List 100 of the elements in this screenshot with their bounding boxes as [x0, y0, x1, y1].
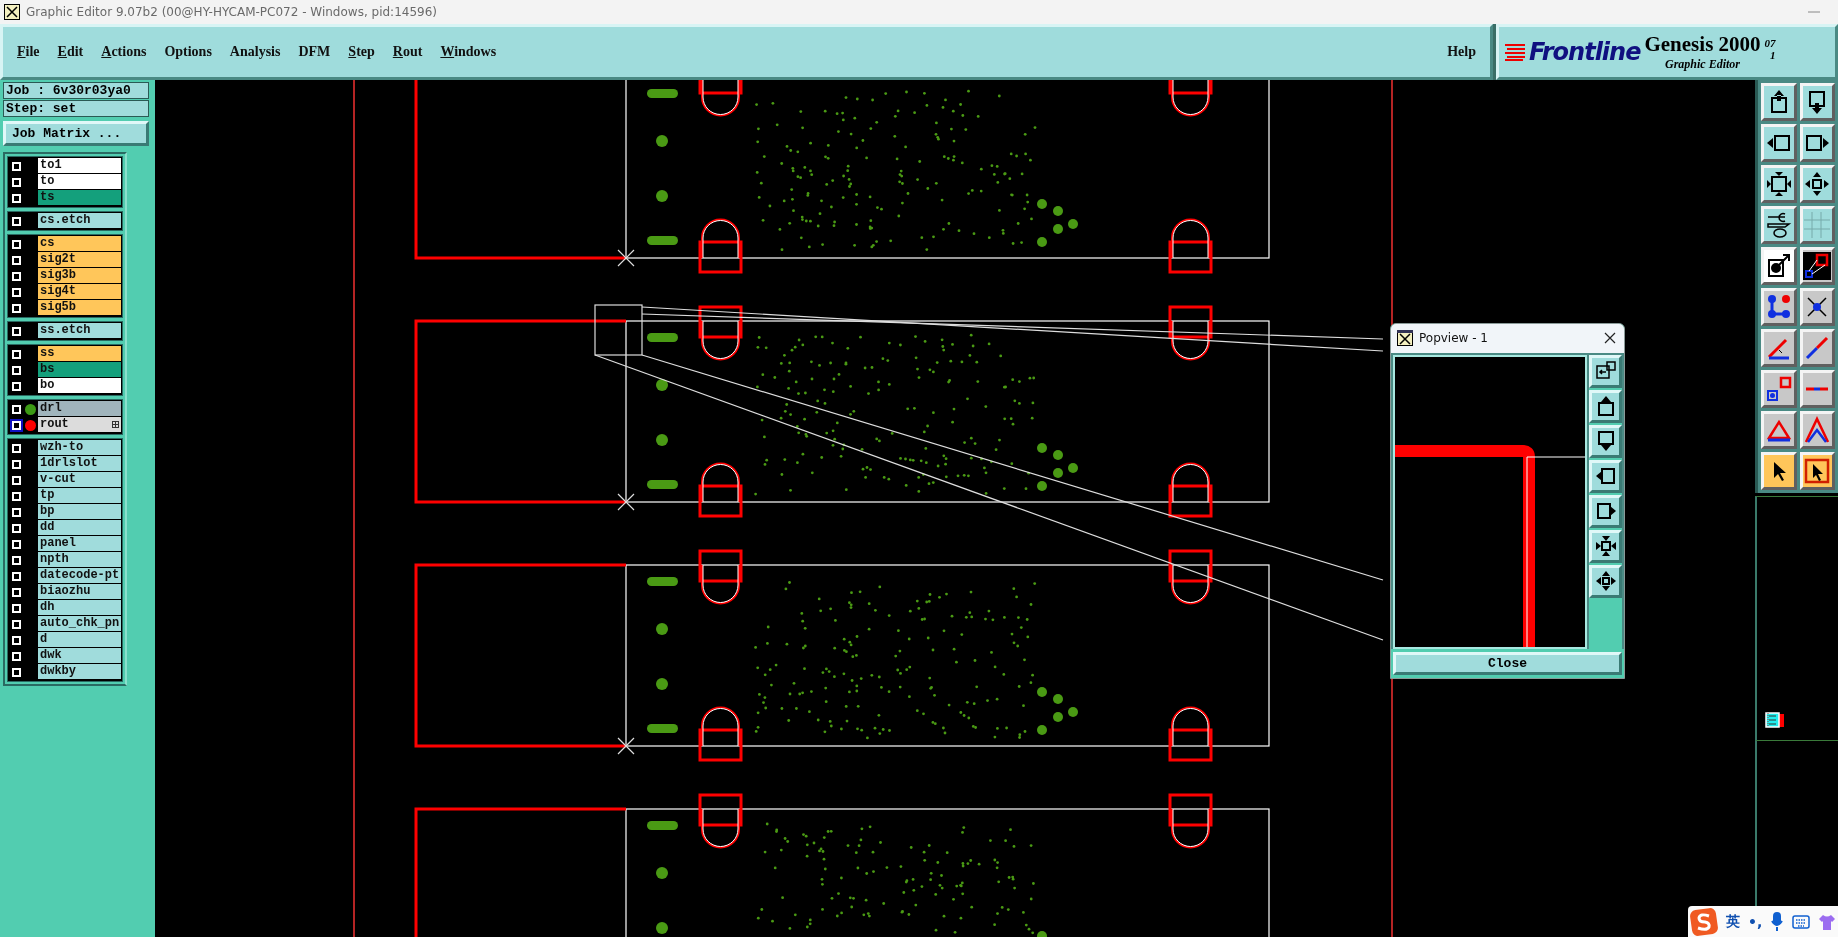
menu-item[interactable]: File [17, 44, 40, 60]
job-matrix-button[interactable]: Job Matrix ... [3, 121, 149, 146]
menu-item[interactable]: Windows [440, 44, 497, 60]
layer-checkbox[interactable] [12, 420, 21, 430]
view-button[interactable] [1589, 459, 1622, 493]
tool-button[interactable] [1761, 452, 1797, 490]
tool-button[interactable] [1761, 165, 1797, 203]
layer-name[interactable]: ss.etch [38, 323, 121, 338]
layer-name[interactable]: sig3b [38, 268, 121, 283]
layer-name[interactable]: dwk [38, 648, 121, 663]
help-menu[interactable]: Help [1447, 44, 1476, 60]
layer-checkbox[interactable] [12, 287, 21, 297]
layer-name[interactable]: wzh-to [38, 440, 121, 455]
layer-name[interactable]: bo [38, 378, 121, 393]
tool-button[interactable] [1799, 452, 1835, 490]
tool-button[interactable] [1761, 329, 1797, 367]
layer-checkbox[interactable] [12, 349, 21, 359]
view-button[interactable] [1589, 564, 1622, 598]
menu-item[interactable]: Actions [101, 44, 147, 60]
layer-checkbox[interactable] [12, 216, 21, 226]
layer-name[interactable]: bp [38, 504, 121, 519]
layer-checkbox[interactable] [12, 635, 21, 645]
layer-checkbox[interactable] [12, 523, 21, 533]
layer-name[interactable]: auto_chk_pn [38, 616, 121, 631]
tool-button[interactable] [1761, 370, 1797, 408]
view-button[interactable] [1589, 529, 1622, 563]
layer-name[interactable]: to [38, 174, 121, 189]
tool-button[interactable] [1761, 288, 1797, 326]
tool-button[interactable] [1799, 288, 1835, 326]
layer-name[interactable]: dh [38, 600, 121, 615]
menu-item[interactable]: Analysis [229, 44, 281, 60]
layer-checkbox[interactable] [12, 571, 21, 581]
tool-button[interactable] [1761, 83, 1797, 121]
close-button[interactable]: Close [1393, 651, 1622, 675]
tool-button[interactable] [1761, 124, 1797, 162]
layer-name[interactable]: rout [38, 417, 121, 432]
layer-name[interactable]: sig5b [38, 300, 121, 315]
layer-checkbox[interactable] [12, 603, 21, 613]
tool-button[interactable] [1799, 411, 1835, 449]
menu-item[interactable]: Edit [57, 44, 84, 60]
view-button[interactable] [1589, 424, 1622, 458]
layer-name[interactable]: cs.etch [38, 213, 121, 228]
layer-checkbox[interactable] [12, 326, 21, 336]
layer-checkbox[interactable] [12, 539, 21, 549]
layer-checkbox[interactable] [12, 161, 21, 171]
layer-checkbox[interactable] [12, 475, 21, 485]
layer-checkbox[interactable] [12, 404, 21, 414]
input-mode[interactable]: 英 [1726, 912, 1740, 931]
layer-name[interactable]: dd [38, 520, 121, 535]
tool-button[interactable] [1799, 247, 1835, 285]
punctuation-mode[interactable]: •, [1748, 913, 1763, 930]
layer-name[interactable]: ts [38, 190, 121, 205]
menu-item[interactable]: Step [348, 44, 375, 60]
layer-name[interactable]: bs [38, 362, 121, 377]
layer-checkbox[interactable] [12, 555, 21, 565]
layer-checkbox[interactable] [12, 239, 21, 249]
layer-checkbox[interactable] [12, 381, 21, 391]
layer-name[interactable]: 1drlslot [38, 456, 121, 471]
layer-name[interactable]: sig4t [38, 284, 121, 299]
layer-name[interactable]: drl [38, 401, 121, 416]
layer-name[interactable]: dwkby [38, 664, 121, 679]
menu-item[interactable]: DFM [298, 44, 331, 60]
tool-button[interactable] [1761, 247, 1797, 285]
layer-name[interactable]: v-cut [38, 472, 121, 487]
tool-button[interactable] [1799, 329, 1835, 367]
layer-checkbox[interactable] [12, 303, 21, 313]
layer-checkbox[interactable] [12, 507, 21, 517]
tool-button[interactable] [1799, 124, 1835, 162]
layer-checkbox[interactable] [12, 587, 21, 597]
layer-checkbox[interactable] [12, 459, 21, 469]
layer-checkbox[interactable] [12, 177, 21, 187]
layer-name[interactable]: panel [38, 536, 121, 551]
tool-button[interactable] [1799, 165, 1835, 203]
layer-checkbox[interactable] [12, 365, 21, 375]
tool-button[interactable] [1799, 83, 1835, 121]
layer-name[interactable]: to1 [38, 158, 121, 173]
layer-checkbox[interactable] [12, 667, 21, 677]
tool-button[interactable] [1761, 411, 1797, 449]
tool-button[interactable] [1761, 206, 1797, 244]
layer-name[interactable]: datecode-pt [38, 568, 121, 583]
layer-checkbox[interactable] [12, 193, 21, 203]
layer-name[interactable]: d [38, 632, 121, 647]
menu-item[interactable]: Rout [392, 44, 423, 60]
menu-item[interactable]: Options [164, 44, 212, 60]
layer-name[interactable]: tp [38, 488, 121, 503]
view-button[interactable] [1589, 389, 1622, 423]
layer-checkbox[interactable] [12, 619, 21, 629]
layer-checkbox[interactable] [12, 255, 21, 265]
view-button[interactable] [1589, 494, 1622, 528]
layer-checkbox[interactable] [12, 271, 21, 281]
layer-checkbox[interactable] [12, 491, 21, 501]
layer-name[interactable]: cs [38, 236, 121, 251]
layer-checkbox[interactable] [12, 443, 21, 453]
keyboard-icon [1792, 914, 1811, 929]
view-button[interactable] [1589, 354, 1622, 388]
layer-name[interactable]: biaozhu [38, 584, 121, 599]
layer-name[interactable]: ss [38, 346, 121, 361]
layer-name[interactable]: sig2t [38, 252, 121, 267]
layer-checkbox[interactable] [12, 651, 21, 661]
layer-name[interactable]: npth [38, 552, 121, 567]
